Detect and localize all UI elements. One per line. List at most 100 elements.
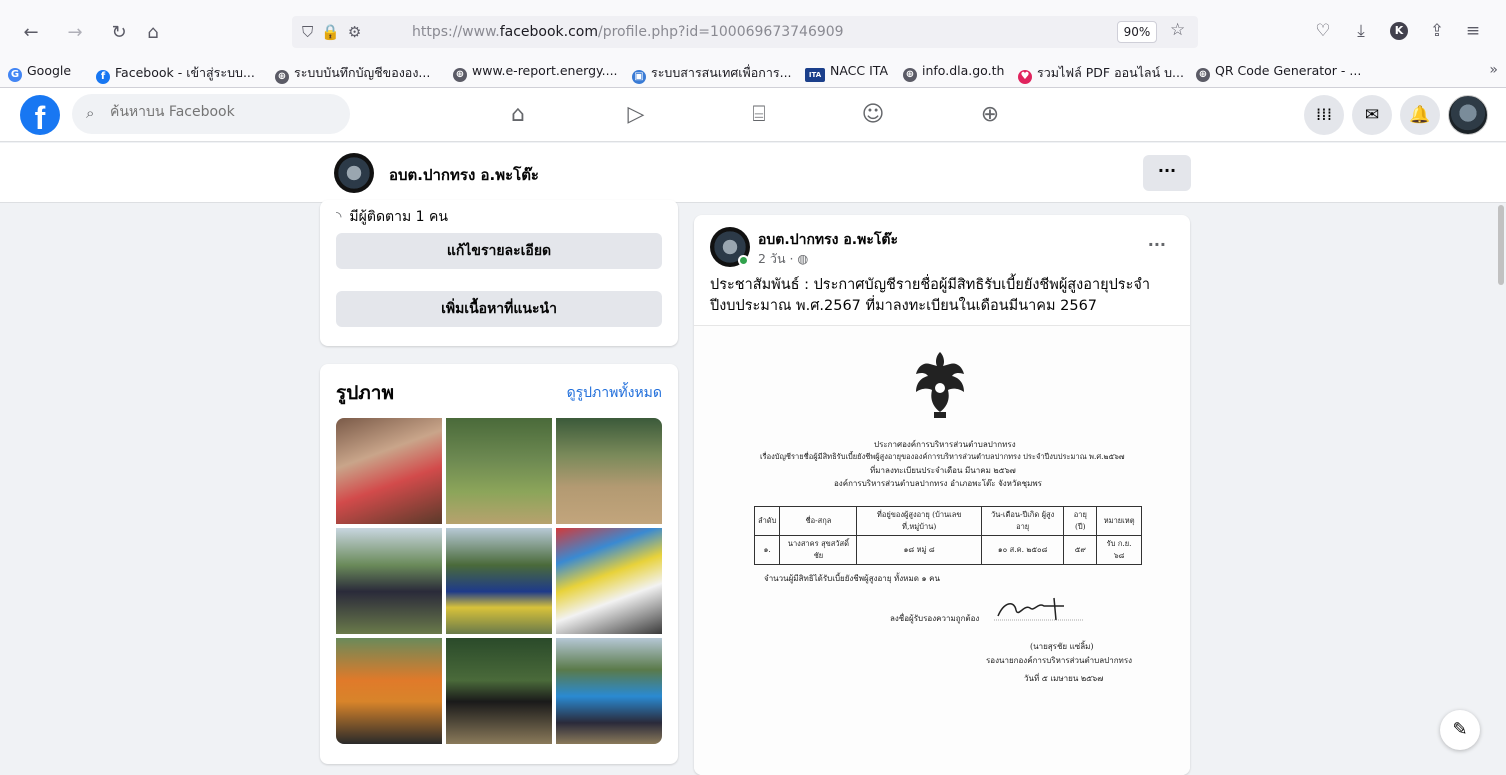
home-tab-icon[interactable]: ⌂ bbox=[488, 96, 548, 134]
bookmark-item[interactable]: ▣ ระบบสารสนเทศเพื่อการ... bbox=[632, 63, 792, 84]
forward-icon[interactable]: → bbox=[64, 22, 86, 44]
doc-col-header: ลำดับ bbox=[753, 506, 781, 536]
post-image[interactable]: ประกาศองค์การบริหารส่วนตำบลปากทรง เรื่อง… bbox=[694, 325, 1190, 775]
page-header-bar: อบต.ปากทรง อ.พะโต๊ะ ··· bbox=[0, 143, 1506, 203]
doc-position: รองนายกองค์การบริหารส่วนตำบลปากทรง bbox=[986, 656, 1133, 665]
bookmark-item[interactable]: ⊕ ระบบบันทึกบัญชีขององ... bbox=[275, 63, 430, 84]
photo-thumbnail[interactable] bbox=[336, 638, 442, 744]
doc-total: จำนวนผู้มีสิทธิได้รับเบี้ยยังชีพผู้สูงอา… bbox=[764, 574, 940, 583]
doc-col-header: ที่อยู่ของผู้สูงอายุ (บ้านเลขที่,หมู่บ้า… bbox=[856, 506, 982, 536]
photo-thumbnail[interactable] bbox=[556, 528, 662, 634]
photo-thumbnail[interactable] bbox=[556, 638, 662, 744]
home-icon[interactable]: ⌂ bbox=[142, 22, 164, 44]
doc-cell: นางสาคร สุขสวัสดิ์ชัย bbox=[779, 535, 858, 565]
bookmark-item[interactable]: ⊕ QR Code Generator - ... bbox=[1196, 63, 1361, 82]
address-bar[interactable]: ⛉🔒⚙ https://www.facebook.com/profile.php… bbox=[292, 16, 1198, 48]
doc-title-1: ประกาศองค์การบริหารส่วนตำบลปากทรง bbox=[874, 440, 1016, 449]
bookmark-item[interactable]: ITA NACC ITA bbox=[805, 63, 888, 82]
post-card: อบต.ปากทรง อ.พะโต๊ะ 2 วัน · ◍ ··· ประชาส… bbox=[694, 215, 1190, 775]
bookmark-label: Facebook - เข้าสู่ระบบ... bbox=[115, 65, 255, 80]
bookmark-star-icon[interactable]: ☆ bbox=[1170, 20, 1185, 40]
photo-grid bbox=[336, 418, 662, 744]
doc-col-header: วัน-เดือน-ปีเกิด ผู้สูงอายุ bbox=[980, 506, 1065, 536]
bookmark-item[interactable]: ♥ รวมไฟล์ PDF ออนไลน์ บ... bbox=[1018, 63, 1184, 84]
messenger-icon[interactable]: ✉ bbox=[1352, 95, 1392, 135]
downloads-icon[interactable]: ⤓ bbox=[1350, 21, 1372, 41]
notifications-icon[interactable]: 🔔 bbox=[1400, 95, 1440, 135]
doc-date: วันที่ ๕ เมษายน ๒๕๖๗ bbox=[1024, 674, 1104, 683]
browser-toolbar: ← → ↻ ⌂ ⛉🔒⚙ https://www.facebook.com/pro… bbox=[0, 0, 1506, 88]
groups-tab-icon[interactable]: ☺ bbox=[843, 96, 903, 134]
add-featured-button[interactable]: เพิ่มเนื้อหาที่แนะนำ bbox=[336, 291, 662, 327]
bookmarks-bar: G Google f Facebook - เข้าสู่ระบบ... ⊕ ระบบบั… bbox=[0, 60, 1506, 86]
doc-cell: ๕๙ bbox=[1063, 535, 1098, 565]
bookmark-favicon-icon: ⊕ bbox=[275, 70, 289, 84]
bookmark-label: ระบบบันทึกบัญชีขององ... bbox=[294, 65, 431, 80]
photo-thumbnail[interactable] bbox=[556, 418, 662, 524]
bookmark-favicon-icon: ♥ bbox=[1018, 70, 1032, 84]
bookmark-item[interactable]: G Google bbox=[8, 63, 71, 82]
facebook-header: f ⌕ ⌂ ▷ ⌸ ☺ ⊕ ⁞⁞⁞ ✉ 🔔 bbox=[0, 88, 1506, 142]
photo-thumbnail[interactable] bbox=[446, 638, 552, 744]
doc-cell: ๑๐ ส.ค. ๒๕๐๘ bbox=[980, 535, 1065, 565]
photo-thumbnail[interactable] bbox=[446, 528, 552, 634]
pocket-icon[interactable]: ♡ bbox=[1312, 21, 1334, 41]
profile-badge[interactable]: K bbox=[1390, 22, 1408, 40]
doc-signer: (นายสุรชัย แซ่ลิ้ม) bbox=[1030, 642, 1094, 651]
bookmark-label: Google bbox=[27, 63, 72, 78]
bookmark-favicon-icon: ⊕ bbox=[1196, 68, 1210, 82]
doc-title-2: เรื่องบัญชีรายชื่อผู้มีสิทธิรับเบี้ยยังช… bbox=[760, 452, 1125, 461]
garuda-emblem-icon bbox=[916, 352, 964, 418]
security-icons[interactable]: ⛉🔒⚙ bbox=[302, 23, 369, 41]
search-input[interactable] bbox=[110, 104, 330, 120]
doc-table: ลำดับ ชื่อ-สกุล ที่อยู่ของผู้สูงอายุ (บ้… bbox=[753, 506, 1142, 565]
facebook-logo-icon[interactable]: f bbox=[20, 95, 60, 135]
post-author[interactable]: อบต.ปากทรง อ.พะโต๊ะ bbox=[758, 229, 898, 251]
marketplace-tab-icon[interactable]: ⌸ bbox=[729, 96, 789, 134]
menu-icon[interactable]: ≡ bbox=[1462, 21, 1484, 41]
bookmark-item[interactable]: f Facebook - เข้าสู่ระบบ... bbox=[96, 63, 255, 84]
bookmark-favicon-icon: G bbox=[8, 68, 22, 82]
rss-icon: ◝ bbox=[336, 209, 342, 225]
zoom-level[interactable]: 90% bbox=[1117, 21, 1157, 43]
account-avatar[interactable] bbox=[1448, 95, 1488, 135]
followers-text: มีผู้ติดตาม 1 คน bbox=[349, 209, 448, 225]
bookmark-label: www.e-report.energy.... bbox=[472, 63, 618, 78]
bookmark-favicon-icon: ⊕ bbox=[903, 68, 917, 82]
doc-cell: ๑๘ หมู่ ๘ bbox=[856, 535, 982, 565]
compose-message-icon[interactable]: ✎ bbox=[1440, 710, 1480, 750]
search-icon: ⌕ bbox=[86, 104, 95, 122]
nav-row: ← → ↻ ⌂ ⛉🔒⚙ https://www.facebook.com/pro… bbox=[0, 10, 1506, 54]
doc-title-4: องค์การบริหารส่วนตำบลปากทรง อำเภอพะโต๊ะ … bbox=[834, 479, 1042, 488]
bookmark-item[interactable]: ⊕ info.dla.go.th bbox=[903, 63, 1004, 82]
see-all-photos-link[interactable]: ดูรูปภาพทั้งหมด bbox=[567, 382, 662, 404]
globe-icon: ◍ bbox=[797, 251, 809, 266]
doc-col-header: อายุ (ปี) bbox=[1063, 506, 1098, 536]
post-more-icon[interactable]: ··· bbox=[1148, 235, 1166, 254]
post-timestamp[interactable]: 2 วัน · ◍ bbox=[758, 249, 808, 269]
bookmarks-overflow-icon[interactable]: » bbox=[1489, 62, 1498, 78]
doc-col-header: ชื่อ-สกุล bbox=[779, 506, 858, 536]
photo-thumbnail[interactable] bbox=[336, 418, 442, 524]
photo-thumbnail[interactable] bbox=[446, 418, 552, 524]
doc-col-header: หมายเหตุ bbox=[1096, 506, 1142, 536]
page-avatar[interactable] bbox=[334, 153, 374, 193]
bookmark-label: ระบบสารสนเทศเพื่อการ... bbox=[651, 65, 792, 80]
photos-title: รูปภาพ bbox=[336, 382, 394, 404]
edit-details-button[interactable]: แก้ไขรายละเอียด bbox=[336, 233, 662, 269]
doc-certify: ลงชื่อผู้รับรองความถูกต้อง bbox=[890, 614, 980, 623]
photo-thumbnail[interactable] bbox=[336, 528, 442, 634]
reload-icon[interactable]: ↻ bbox=[108, 22, 130, 44]
menu-grid-icon[interactable]: ⁞⁞⁞ bbox=[1304, 95, 1344, 135]
gaming-tab-icon[interactable]: ⊕ bbox=[960, 96, 1020, 134]
page-more-button[interactable]: ··· bbox=[1143, 155, 1191, 191]
page-name[interactable]: อบต.ปากทรง อ.พะโต๊ะ bbox=[389, 163, 539, 187]
search-box[interactable]: ⌕ bbox=[72, 94, 350, 134]
url-text[interactable]: https://www.facebook.com/profile.php?id=… bbox=[412, 24, 844, 40]
bookmark-item[interactable]: ⊕ www.e-report.energy.... bbox=[453, 63, 618, 82]
back-icon[interactable]: ← bbox=[20, 22, 42, 44]
watch-tab-icon[interactable]: ▷ bbox=[606, 96, 666, 134]
page-scrollbar[interactable] bbox=[1498, 205, 1504, 285]
share-icon[interactable]: ⇪ bbox=[1426, 21, 1448, 41]
bookmark-favicon-icon: ▣ bbox=[632, 70, 646, 84]
